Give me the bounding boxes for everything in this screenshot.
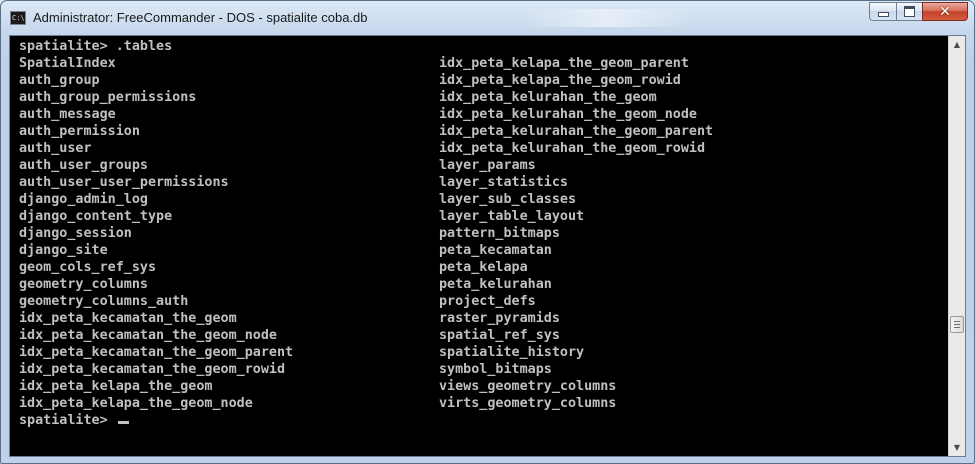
close-button[interactable]: ✕ <box>922 2 968 21</box>
table-name-left: auth_user <box>19 141 92 156</box>
table-name-right: layer_sub_classes <box>439 192 577 207</box>
grip-line <box>954 327 960 328</box>
table-name-right: pattern_bitmaps <box>439 226 560 241</box>
table-name-left: auth_user_groups <box>19 158 148 173</box>
table-name-right: spatialite_history <box>439 345 585 360</box>
scroll-track[interactable] <box>950 53 964 439</box>
table-name-left: auth_group <box>19 73 100 88</box>
grip-line <box>954 324 960 325</box>
table-name-left: idx_peta_kecamatan_the_geom <box>19 311 237 326</box>
table-name-left: idx_peta_kecamatan_the_geom_node <box>19 328 277 343</box>
table-name-right: spatial_ref_sys <box>439 328 560 343</box>
scroll-thumb[interactable] <box>950 316 964 333</box>
console-window: C:\ Administrator: FreeCommander - DOS -… <box>0 0 975 464</box>
maximize-button[interactable] <box>896 2 922 21</box>
table-name-right: virts_geometry_columns <box>439 396 617 411</box>
scroll-up-arrow-icon[interactable]: ▲ <box>949 36 965 53</box>
table-name-left: idx_peta_kecamatan_the_geom_parent <box>19 345 294 360</box>
table-name-right: idx_peta_kelurahan_the_geom_parent <box>439 124 714 139</box>
table-name-right: project_defs <box>439 294 536 309</box>
table-name-left: django_site <box>19 243 108 258</box>
table-name-right: idx_peta_kelurahan_the_geom_node <box>439 107 697 122</box>
table-name-left: django_admin_log <box>19 192 148 207</box>
console-output[interactable]: spatialite> .tables SpatialIndex idx_peta… <box>10 36 948 456</box>
table-name-left: idx_peta_kelapa_the_geom <box>19 379 213 394</box>
table-name-left: django_session <box>19 226 132 241</box>
minimize-icon <box>877 12 889 17</box>
table-name-right: layer_table_layout <box>439 209 585 224</box>
table-name-right: idx_peta_kelapa_the_geom_rowid <box>439 73 681 88</box>
prompt-line: spatialite> .tables <box>19 39 173 54</box>
cmd-icon[interactable]: C:\ <box>10 11 26 25</box>
vertical-scrollbar[interactable]: ▲ ▼ <box>948 36 965 456</box>
table-name-right: views_geometry_columns <box>439 379 617 394</box>
table-name-right: peta_kelurahan <box>439 277 552 292</box>
table-name-right: symbol_bitmaps <box>439 362 552 377</box>
table-name-left: geom_cols_ref_sys <box>19 260 157 275</box>
title-bar[interactable]: C:\ Administrator: FreeCommander - DOS -… <box>1 1 974 35</box>
table-name-left: geometry_columns <box>19 277 148 292</box>
table-name-right: layer_statistics <box>439 175 568 190</box>
text-cursor <box>117 421 129 424</box>
table-name-left: idx_peta_kecamatan_the_geom_rowid <box>19 362 286 377</box>
table-name-left: SpatialIndex <box>19 56 116 71</box>
caption-buttons: ✕ <box>869 2 968 22</box>
table-name-right: peta_kelapa <box>439 260 528 275</box>
table-name-left: idx_peta_kelapa_the_geom_node <box>19 396 253 411</box>
table-name-right: idx_peta_kelurahan_the_geom <box>439 90 657 105</box>
final-prompt: spatialite> <box>19 413 116 428</box>
table-name-left: auth_message <box>19 107 116 122</box>
input-prompt-line[interactable]: spatialite> <box>19 412 129 429</box>
table-name-right: layer_params <box>439 158 536 173</box>
title-blur-region <box>521 9 691 27</box>
scroll-down-arrow-icon[interactable]: ▼ <box>949 439 965 456</box>
table-name-left: auth_user_user_permissions <box>19 175 229 190</box>
maximize-icon <box>904 6 915 17</box>
table-name-left: django_content_type <box>19 209 173 224</box>
table-name-right: idx_peta_kelapa_the_geom_parent <box>439 56 689 71</box>
table-name-right: raster_pyramids <box>439 311 560 326</box>
window-title: Administrator: FreeCommander - DOS - spa… <box>33 10 368 25</box>
table-name-right: idx_peta_kelurahan_the_geom_rowid <box>439 141 706 156</box>
grip-line <box>954 321 960 322</box>
minimize-button[interactable] <box>869 2 896 21</box>
close-icon: ✕ <box>939 3 951 20</box>
console-client-area: spatialite> .tables SpatialIndex idx_peta… <box>9 35 966 457</box>
table-name-right: peta_kecamatan <box>439 243 552 258</box>
table-name-left: auth_group_permissions <box>19 90 197 105</box>
table-name-left: geometry_columns_auth <box>19 294 189 309</box>
table-name-left: auth_permission <box>19 124 140 139</box>
